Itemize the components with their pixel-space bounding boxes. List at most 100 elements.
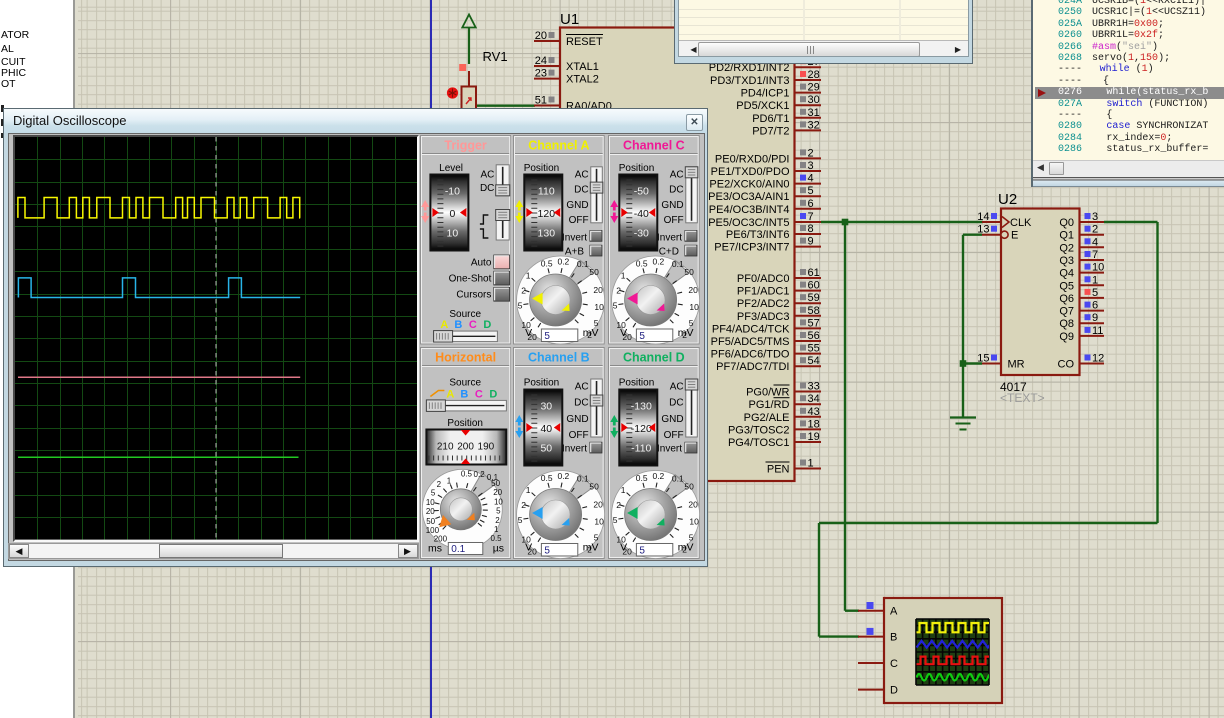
svg-text:RV1: RV1 [483,49,508,64]
svg-text:0.2: 0.2 [652,256,664,266]
svg-text:31: 31 [808,107,820,119]
svg-text:10: 10 [594,516,604,526]
svg-text:Position: Position [447,418,483,429]
svg-text:D: D [890,685,898,697]
svg-text:Channel B: Channel B [528,350,590,364]
svg-text:PF7/ADC7/TDI: PF7/ADC7/TDI [716,361,789,373]
svg-text:10: 10 [594,302,604,312]
svg-text:Position: Position [524,377,560,388]
svg-text:Q3: Q3 [1059,255,1074,267]
svg-text:33: 33 [808,381,820,393]
svg-text:PF6/ADC6/TDO: PF6/ADC6/TDO [711,349,790,361]
svg-text:9: 9 [808,236,814,248]
svg-text:PE4/OC3B/INT4: PE4/OC3B/INT4 [709,204,790,216]
svg-text:0.5: 0.5 [636,258,648,268]
svg-text:50: 50 [589,481,599,491]
svg-text:29: 29 [808,82,820,94]
svg-text:2: 2 [616,499,621,509]
svg-text:PG3/TOSC2: PG3/TOSC2 [728,424,790,436]
svg-text:1: 1 [1092,274,1098,286]
svg-text:2: 2 [616,285,621,295]
svg-text:51: 51 [535,95,547,107]
svg-text:Q2: Q2 [1059,242,1074,254]
svg-text:PE1/TXD0/PDO: PE1/TXD0/PDO [711,166,790,178]
svg-text:4: 4 [1092,236,1098,248]
svg-text:A: A [440,319,448,331]
svg-text:8: 8 [808,223,814,235]
svg-text:D: D [483,319,491,331]
svg-text:XTAL1: XTAL1 [566,61,599,73]
svg-text:20: 20 [535,30,547,42]
svg-text:40: 40 [540,423,552,434]
svg-text:10: 10 [1092,262,1104,274]
svg-text:Invert: Invert [657,443,682,454]
svg-text:15: 15 [977,353,989,365]
svg-text:mV: mV [678,542,694,553]
svg-text:0.5: 0.5 [460,469,472,478]
svg-text:PEN: PEN [767,464,790,476]
svg-text:23: 23 [535,68,547,80]
svg-text:56: 56 [808,330,820,342]
svg-text:AC: AC [670,169,684,180]
svg-text:V: V [525,542,532,553]
svg-text:1: 1 [526,270,531,280]
svg-text:20: 20 [688,285,698,295]
svg-text:<TEXT>: <TEXT> [1000,391,1045,405]
svg-text:5: 5 [518,514,523,524]
svg-text:-30: -30 [634,228,649,239]
svg-text:DC: DC [574,397,588,408]
svg-text:-110: -110 [631,443,651,454]
svg-text:7: 7 [808,211,814,223]
svg-text:DC: DC [574,185,588,196]
svg-text:10: 10 [689,302,699,312]
svg-text:PG4/TOSC1: PG4/TOSC1 [728,437,790,449]
svg-text:0: 0 [449,209,455,220]
svg-text:Q8: Q8 [1059,318,1074,330]
svg-text:Q1: Q1 [1059,230,1074,242]
svg-text:5: 5 [594,532,599,542]
svg-text:PD6/T1: PD6/T1 [752,113,789,125]
svg-text:Position: Position [619,163,655,174]
svg-text:20: 20 [593,499,603,509]
svg-text:1: 1 [526,484,531,494]
svg-text:55: 55 [808,343,820,355]
svg-text:Horizontal: Horizontal [435,350,496,364]
svg-text:AC: AC [575,169,589,180]
svg-text:Q9: Q9 [1059,331,1074,343]
svg-text:50: 50 [540,443,552,454]
svg-text:0.1: 0.1 [451,543,465,554]
svg-text:Q5: Q5 [1059,280,1074,292]
svg-text:C: C [475,388,483,400]
svg-text:3: 3 [1092,211,1098,223]
svg-text:19: 19 [808,431,820,443]
svg-text:10: 10 [425,497,434,506]
svg-text:Position: Position [619,377,655,388]
svg-text:0.5: 0.5 [636,472,648,482]
svg-text:5: 5 [1092,287,1098,299]
svg-text:13: 13 [977,224,989,236]
svg-text:30: 30 [808,94,820,106]
svg-text:34: 34 [808,393,820,405]
svg-text:2: 2 [808,147,814,159]
svg-text:PG2/ALE: PG2/ALE [744,412,790,424]
svg-text:14: 14 [977,211,989,223]
svg-text:PE0/RXD0/PDI: PE0/RXD0/PDI [715,153,790,165]
svg-text:50: 50 [684,481,694,491]
svg-text:PE3/OC3A/AIN1: PE3/OC3A/AIN1 [708,191,789,203]
svg-text:mV: mV [678,328,694,339]
svg-text:2: 2 [521,285,526,295]
svg-text:GND: GND [566,200,588,211]
svg-text:11: 11 [1092,325,1103,337]
svg-text:OFF: OFF [664,215,684,226]
svg-text:PF5/ADC5/TMS: PF5/ADC5/TMS [711,336,790,348]
svg-text:U2: U2 [998,191,1017,208]
svg-text:-40: -40 [634,209,649,220]
svg-text:V: V [525,328,532,339]
svg-text:0.1: 0.1 [577,473,589,483]
svg-text:5: 5 [594,318,599,328]
svg-text:Trigger: Trigger [444,139,486,153]
svg-text:5: 5 [639,331,645,342]
svg-text:0.2: 0.2 [557,256,569,266]
svg-text:5: 5 [808,185,814,197]
svg-text:20: 20 [688,499,698,509]
